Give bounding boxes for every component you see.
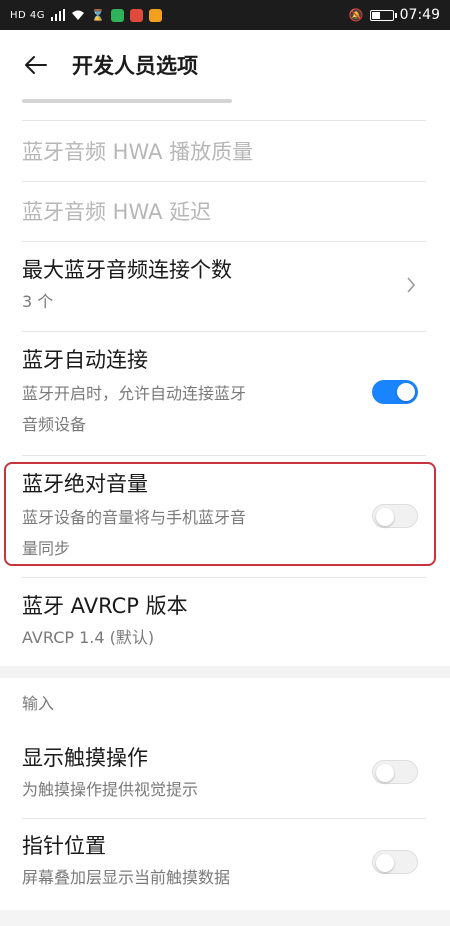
divider [22,241,426,242]
setting-title: 蓝牙自动连接 [22,348,148,372]
section-title: 输入 [22,694,55,713]
setting-title: 蓝牙音频 HWA 播放质量 [22,140,254,164]
setting-hwa-quality: 蓝牙音频 HWA 播放质量 [22,136,426,166]
wifi-icon [72,10,85,20]
setting-subtitle: 屏幕叠加层显示当前触摸数据 [22,868,231,887]
toggle-knob [376,508,394,526]
divider [22,818,426,819]
section-gap [0,666,450,678]
divider [22,331,426,332]
setting-absolute-volume: 蓝牙绝对音量 蓝牙设备的音量将与手机蓝牙音 量同步 [22,468,426,564]
setting-title: 蓝牙绝对音量 [22,472,148,496]
signal-icon [51,9,66,21]
toggle-knob [376,854,394,872]
setting-subtitle-line2: 量同步 [22,539,71,558]
setting-value: 3 个 [22,292,54,311]
setting-pointer-location: 指针位置 屏幕叠加层显示当前触摸数据 [22,830,426,902]
auto-connect-toggle[interactable] [372,380,418,404]
setting-title: 显示触摸操作 [22,746,148,770]
status-right: 🔕 07:49 [349,7,440,23]
setting-avrcp-version[interactable]: 蓝牙 AVRCP 版本 AVRCP 1.4 (默认) [22,590,426,660]
battery-icon [369,9,397,21]
status-left: HD 4G ⌛ [10,8,162,22]
divider [22,577,426,578]
back-arrow-icon[interactable] [22,51,50,79]
hourglass-icon: ⌛ [91,8,105,22]
mute-icon: 🔕 [348,8,364,22]
divider [22,181,426,182]
section-header-input: 输入 [22,690,426,714]
toggle-knob [376,764,394,782]
setting-title: 蓝牙 AVRCP 版本 [22,594,188,618]
divider [22,455,426,456]
setting-subtitle: 蓝牙设备的音量将与手机蓝牙音 量同步 [22,502,362,564]
section-gap [0,910,450,926]
app-bar: 开发人员选项 [0,30,450,100]
setting-show-taps: 显示触摸操作 为触摸操作提供视觉提示 [22,742,426,814]
setting-title: 最大蓝牙音频连接个数 [22,258,232,282]
setting-max-connections[interactable]: 最大蓝牙音频连接个数 3 个 [22,254,426,326]
show-taps-toggle[interactable] [372,760,418,784]
setting-subtitle-line1: 蓝牙设备的音量将与手机蓝牙音 [22,508,247,527]
setting-value: AVRCP 1.4 (默认) [22,628,155,647]
setting-title: 指针位置 [22,834,106,858]
pointer-location-toggle[interactable] [372,850,418,874]
app-notification-icon-orange [148,8,162,22]
setting-title: 蓝牙音频 HWA 延迟 [22,200,212,224]
setting-hwa-delay: 蓝牙音频 HWA 延迟 [22,196,426,226]
partial-row [22,93,426,107]
page-title: 开发人员选项 [72,54,198,78]
setting-subtitle-line2: 音频设备 [22,415,87,434]
chevron-right-icon [407,277,416,293]
setting-subtitle: 为触摸操作提供视觉提示 [22,780,199,799]
toggle-knob [397,383,415,401]
divider [22,120,426,121]
status-time: 07:49 [399,7,440,23]
app-notification-icon-red [129,8,143,22]
app-notification-icon-green [110,8,124,22]
setting-subtitle-line1: 蓝牙开启时，允许自动连接蓝牙 [22,384,247,403]
absolute-volume-toggle[interactable] [372,504,418,528]
setting-subtitle: 蓝牙开启时，允许自动连接蓝牙 音频设备 [22,378,362,440]
setting-auto-connect: 蓝牙自动连接 蓝牙开启时，允许自动连接蓝牙 音频设备 [22,344,426,444]
network-indicator: HD 4G [10,9,46,21]
status-bar: HD 4G ⌛ 🔕 07:49 [0,0,450,30]
